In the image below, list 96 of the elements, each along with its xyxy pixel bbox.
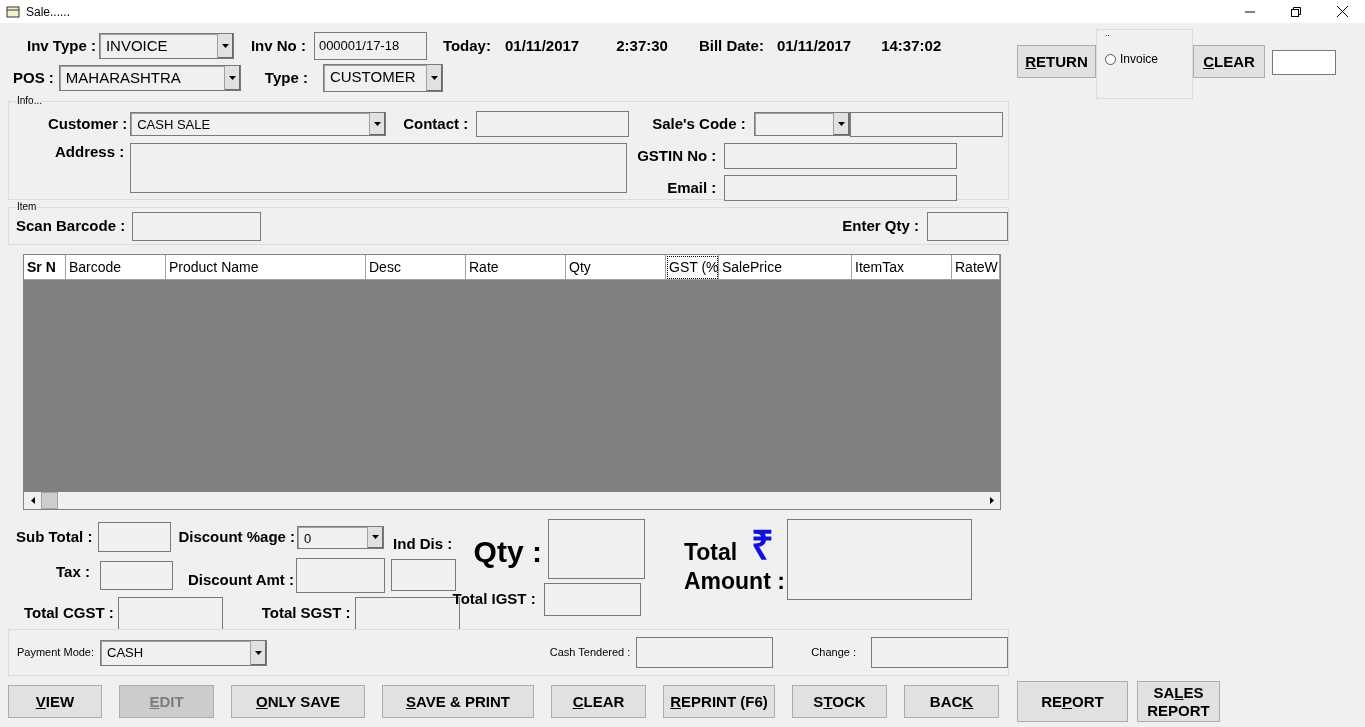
- dropdown[interactable]: [753, 112, 850, 136]
- button[interactable]: REPRINT (F6): [663, 685, 775, 718]
- input-field[interactable]: [724, 143, 958, 169]
- field-label: Total CGST :: [24, 602, 114, 623]
- dropdown-arrow-icon: [374, 122, 382, 126]
- column-header[interactable]: Barcode: [66, 255, 166, 280]
- input-field[interactable]: [786, 519, 972, 600]
- button[interactable]: STOCK: [792, 685, 887, 718]
- scroll-thumb[interactable]: [41, 492, 58, 509]
- field-label: Sub Total :: [16, 527, 93, 547]
- field-label: Contact :: [403, 113, 469, 134]
- input-field[interactable]: [296, 557, 385, 593]
- field-label: Enter Qty :: [842, 215, 919, 236]
- input-field[interactable]: [849, 111, 1003, 137]
- field-label: Email :: [667, 177, 717, 198]
- field-label: Payment Mode:: [17, 645, 95, 661]
- scroll-left-icon[interactable]: [30, 497, 35, 504]
- field-label: Total SGST :: [261, 602, 351, 623]
- sales-report-button[interactable]: SALES REPORT: [1137, 681, 1220, 722]
- column-header[interactable]: ItemTax: [852, 255, 952, 280]
- window-icon: [6, 5, 20, 18]
- field-label: Today:: [442, 35, 491, 56]
- dropdown-arrow-icon: [837, 122, 845, 126]
- field-label: Change :: [811, 645, 856, 661]
- dropdown[interactable]: INVOICE: [98, 33, 234, 59]
- field-label: Ind Dis :: [393, 534, 453, 554]
- column-header[interactable]: Desc: [366, 255, 466, 280]
- input-field[interactable]: [724, 175, 958, 201]
- input-field[interactable]: [1272, 50, 1336, 75]
- dropdown-arrow-icon: [228, 76, 236, 80]
- input-field[interactable]: [927, 211, 1008, 241]
- rupee-symbol: ₹: [751, 523, 775, 567]
- dropdown-arrow-icon: [255, 650, 263, 655]
- dropdown[interactable]: CUSTOMER: [322, 64, 443, 92]
- field-label: Scan Barcode :: [16, 215, 126, 236]
- button[interactable]: BACK: [904, 685, 999, 718]
- field-label: Tax :: [56, 561, 90, 582]
- input-field[interactable]: [99, 560, 173, 590]
- inv-no-field[interactable]: 000001/17-18: [313, 32, 427, 60]
- dropdown-arrow-icon: [221, 44, 229, 48]
- dropdown[interactable]: CASH: [100, 639, 268, 666]
- field-label: POS :: [13, 67, 54, 88]
- button[interactable]: ONLY SAVE: [231, 685, 365, 718]
- column-header[interactable]: SalePrice: [719, 255, 852, 280]
- field-label: Total IGST :: [452, 589, 536, 610]
- total-label: Total: [683, 538, 738, 567]
- invoice-radio[interactable]: Invoice: [1105, 50, 1192, 68]
- field-label: Address :: [55, 142, 125, 162]
- input-field[interactable]: [132, 211, 262, 241]
- group-title: Info...: [17, 95, 42, 107]
- scroll-right-icon[interactable]: [989, 497, 994, 504]
- dropdown[interactable]: CASH SALE: [130, 112, 387, 136]
- input-field[interactable]: [391, 559, 456, 591]
- field-label: Sale's Code :: [652, 113, 746, 134]
- button[interactable]: VIEW: [8, 685, 102, 718]
- field-label: Bill Date:: [698, 35, 764, 56]
- button[interactable]: CLEAR: [551, 685, 646, 718]
- input-field[interactable]: [98, 522, 172, 553]
- input-field[interactable]: [476, 111, 630, 137]
- field-label: 01/11/2017: [776, 35, 852, 56]
- input-field[interactable]: [130, 143, 628, 193]
- field-label: Inv Type :: [27, 35, 96, 56]
- field-label: Cash Tendered :: [549, 645, 631, 661]
- input-field[interactable]: [117, 596, 223, 630]
- column-header[interactable]: Product Name: [166, 255, 366, 280]
- field-label: Discount Amt :: [187, 569, 294, 590]
- window-title: Sale......: [26, 3, 71, 21]
- field-label: Inv No :: [250, 35, 306, 56]
- field-label: Discount %age :: [178, 527, 296, 547]
- dropdown[interactable]: 0: [297, 525, 385, 549]
- field-label: GSTIN No :: [637, 145, 717, 166]
- button[interactable]: SAVE & PRINT: [382, 685, 534, 718]
- horizontal-scrollbar[interactable]: [24, 492, 1000, 509]
- group-title: ..: [1105, 28, 1110, 38]
- return-button[interactable]: RETURN: [1017, 45, 1096, 78]
- input-field[interactable]: [543, 583, 641, 616]
- column-header[interactable]: Sr N: [24, 255, 66, 280]
- field-label: Customer :: [48, 113, 128, 134]
- field-label: 01/11/2017: [504, 35, 580, 56]
- amount-label: Amount :: [683, 567, 785, 596]
- group-title: Item: [17, 201, 37, 213]
- input-field[interactable]: [871, 637, 1008, 668]
- input-field[interactable]: [636, 637, 774, 668]
- qty-label: Qty :: [473, 533, 542, 570]
- clear-button[interactable]: CLEAR: [1193, 45, 1265, 78]
- input-field[interactable]: [547, 519, 645, 579]
- field-label: Type :: [264, 67, 308, 88]
- dropdown-arrow-icon: [430, 76, 438, 80]
- column-header[interactable]: RateW: [952, 255, 1000, 280]
- column-header[interactable]: Qty: [566, 255, 666, 280]
- dropdown[interactable]: MAHARASHTRA: [58, 65, 241, 91]
- dropdown-arrow-icon: [372, 535, 380, 540]
- field-label: 14:37:02: [881, 35, 942, 56]
- field-label: 2:37:30: [616, 35, 668, 56]
- report-button[interactable]: REPORT: [1017, 681, 1128, 722]
- column-header[interactable]: Rate: [466, 255, 566, 280]
